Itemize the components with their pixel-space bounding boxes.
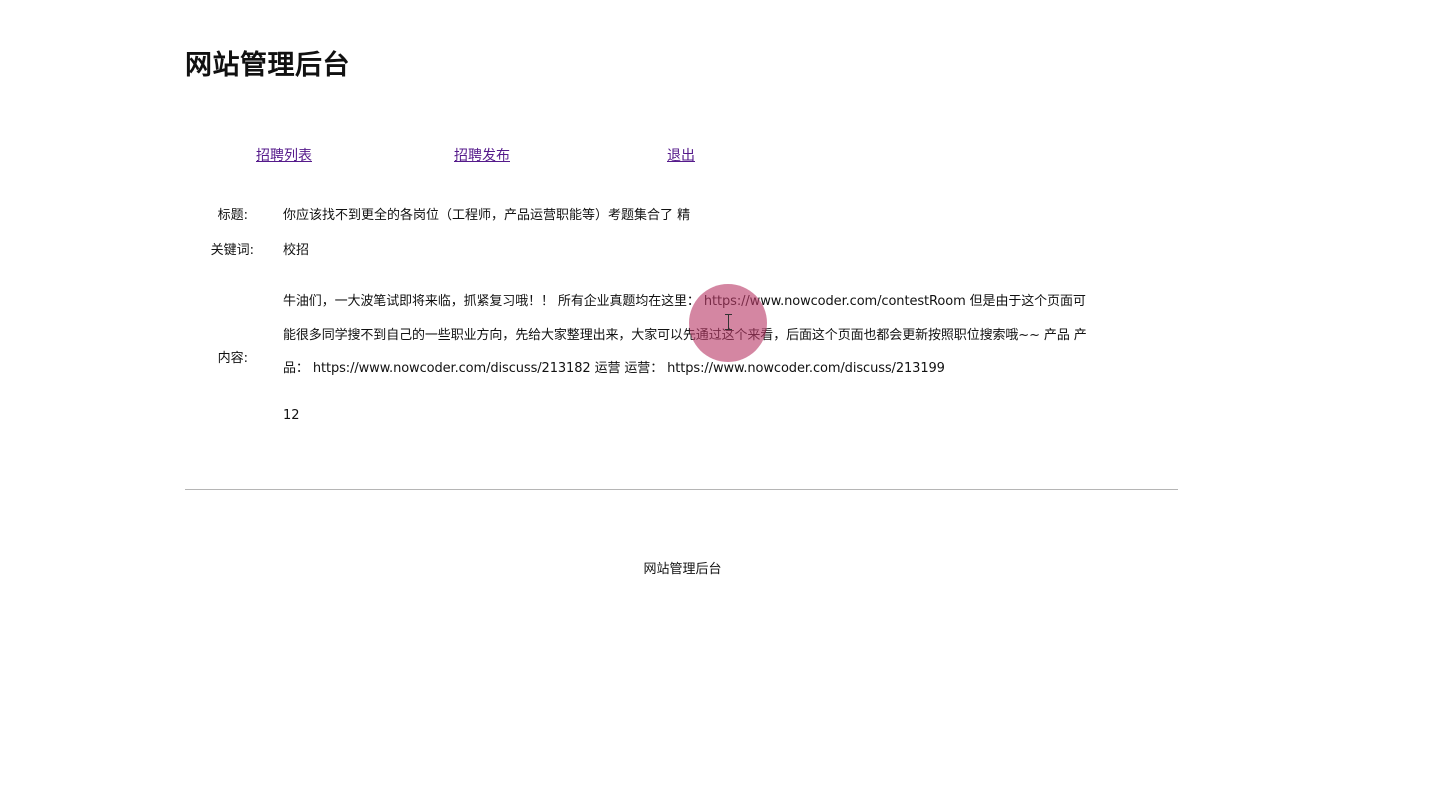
content-number: 12 [283,408,300,423]
title-label: 标题: [217,208,248,223]
page-title: 网站管理后台 [185,50,350,81]
divider [185,489,1178,490]
nav-link-job-publish[interactable]: 招聘发布 [454,146,510,166]
content-line: 牛油们，一大波笔试即将来临，抓紧复习哦！！ 所有企业真题均在这里： https:… [283,294,1086,309]
nav-link-job-list[interactable]: 招聘列表 [256,146,312,166]
title-value: 你应该找不到更全的各岗位（工程师，产品运营职能等）考题集合了 精 [283,208,691,223]
keyword-value: 校招 [283,243,310,258]
keyword-label: 关键词: [210,243,254,258]
footer-text: 网站管理后台 [643,562,722,577]
nav-link-logout[interactable]: 退出 [667,146,695,166]
content-line: 能很多同学搜不到自己的一些职业方向，先给大家整理出来，大家可以先通过这个来看，后… [283,328,1087,343]
content-line: 品： https://www.nowcoder.com/discuss/2131… [283,361,945,376]
content-label: 内容: [217,351,248,366]
